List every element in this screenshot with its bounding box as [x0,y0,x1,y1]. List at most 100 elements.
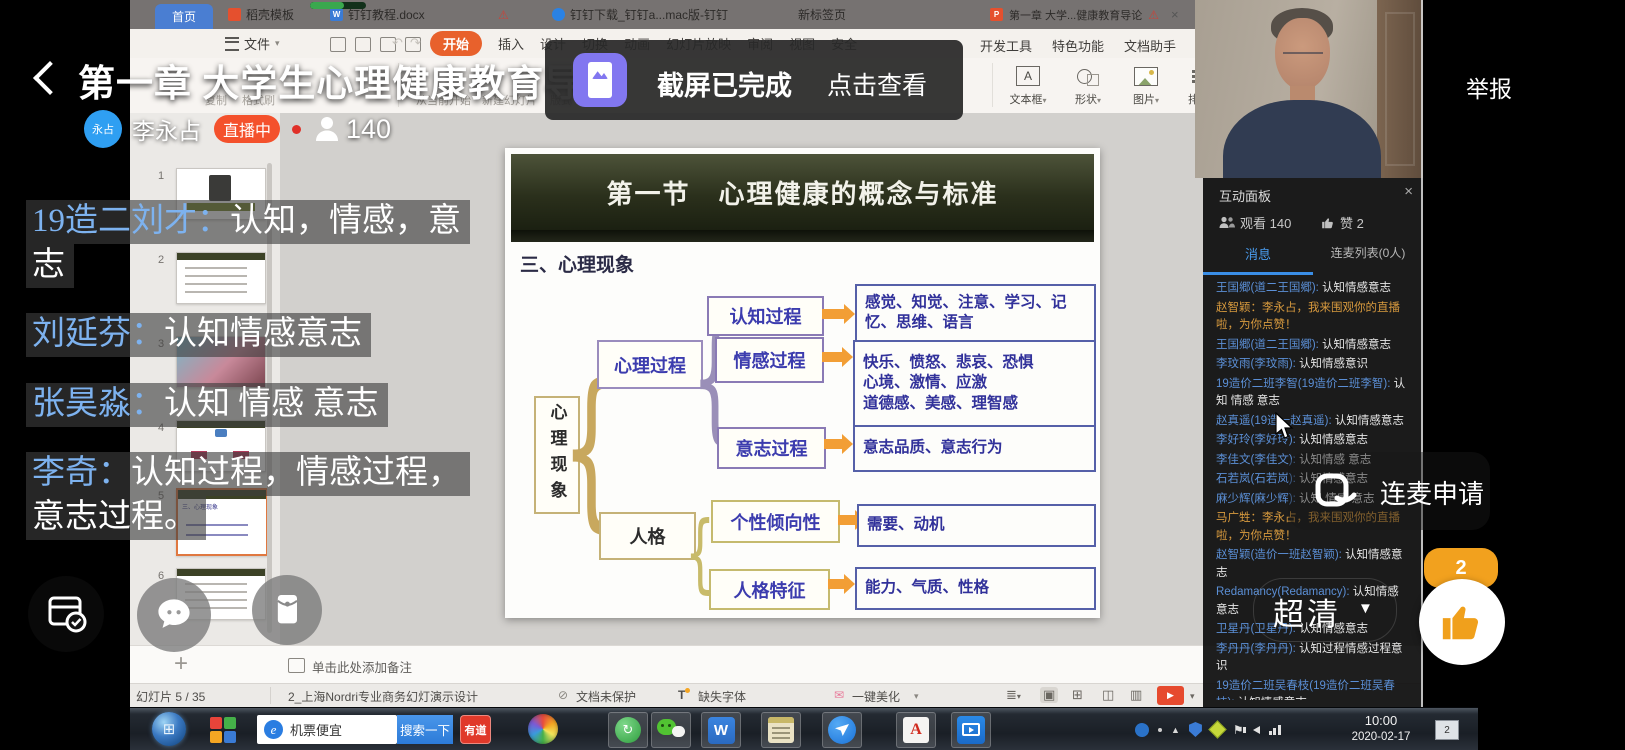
browser-tab-presentation[interactable]: P 第一章 大学...健康教育导论 ⚠ × [990,0,1179,29]
danmaku-text: 李奇：认知过程，情感过程，意志过程。 [26,452,470,540]
security-shield-icon[interactable] [1189,722,1202,737]
add-slide-button[interactable]: + [174,650,188,678]
speedup-ball-app[interactable]: ↻ [608,712,648,748]
wps-app[interactable]: W [701,712,741,748]
file-menu-label: 文件 [244,34,270,53]
box-traits-items: 能力、气质、性格 [855,567,1096,610]
notepad-app[interactable] [761,712,801,748]
volume-icon[interactable] [1253,726,1260,734]
wdoc-icon: W [330,8,343,21]
antivirus-icon[interactable] [1208,720,1226,738]
chevron-down-icon[interactable]: ▾ [1190,691,1195,702]
active-tab-underline [1203,272,1313,275]
mic-link-icon [1312,468,1362,514]
wechat-app[interactable] [651,712,691,748]
quick-access-toolbar[interactable] [330,37,421,52]
picture-tool[interactable]: 图片▾ [1120,63,1172,107]
rice-icon [228,8,241,21]
screenshot-toast[interactable]: 截屏已完成 点击查看 [545,40,963,120]
ribbon-tab-special[interactable]: 特色功能 [1052,36,1104,55]
tray-dot-icon[interactable] [1158,728,1162,732]
mic-request-button[interactable]: 连麦申请 [1288,452,1490,530]
show-desktop-button[interactable]: 2 [1435,720,1459,740]
red-packet-button[interactable] [252,575,322,645]
taskbar-search-input[interactable]: e 机票便宜 [257,715,397,744]
like-button[interactable] [1419,579,1505,665]
dingtalk-app[interactable] [822,712,862,748]
node-cognition: 认知过程 [707,296,824,336]
browser-tab[interactable]: 新标签页 [798,0,846,29]
browser-tab[interactable]: 钉钉下载_钉钉a...mac版-钉钉 [552,0,728,29]
danmaku-text: 张昊淼：认知 情感 意志 [26,383,388,427]
streamer-row: 永占 李永占 直播中 140 [84,108,391,150]
chat-text: 认知情感意志 [1335,415,1404,427]
sorter-view-icon[interactable]: ⊞ [1072,687,1083,703]
beautify-icon: ✉ [834,688,844,702]
box-cognition-items: 感觉、知觉、注意、学习、记忆、思维、语言 [855,284,1096,342]
beautify-button[interactable]: 一键美化 [852,688,900,705]
youdao-icon[interactable]: 有道 [460,715,491,744]
ribbon-tab[interactable]: 插入 [498,34,524,53]
box-emotion-items: 快乐、愤怒、悲哀、恐惧 心境、激情、应激 道德感、美感、理智感 [853,340,1096,427]
notes-placeholder[interactable]: 单击此处添加备注 [312,657,412,676]
quality-label: 超清 [1273,589,1341,634]
streamer-avatar[interactable]: 永占 [84,110,122,148]
adobe-reader-app[interactable]: A [896,712,936,748]
red-packet-icon [267,590,307,630]
chat-button[interactable] [137,578,211,652]
taskbar-clock[interactable]: 10:00 2020-02-17 [1335,713,1427,745]
app-manager-icon[interactable] [210,717,236,743]
tray-app-icon[interactable] [1135,723,1149,737]
slide-section-title: 第一节 心理健康的概念与标准 [606,174,998,211]
chat-message: 李玟雨(李玟雨): 认知情感意识 [1216,356,1410,374]
chat-bubble-icon [152,594,196,636]
chat-message: 赵真遥(19造一赵真遥): 认知情感意志 [1216,413,1410,431]
browser-pinwheel-icon[interactable] [528,714,558,744]
browse-view-icon[interactable]: ▥ [1130,687,1142,703]
undo-icon[interactable]: ↶ [392,35,403,51]
normal-view-icon[interactable]: ▣ [1040,687,1058,703]
close-icon[interactable]: × [1171,7,1179,22]
ribbon-tab-doc-assistant[interactable]: 文档助手 [1124,36,1176,55]
search-button[interactable]: 搜索一下 [397,715,453,744]
dingtalk-icon [828,716,856,744]
save-icon[interactable] [330,37,346,52]
export-icon[interactable] [355,37,371,52]
tab-messages[interactable]: 消息 [1203,244,1313,263]
reading-view-icon[interactable]: ◫ [1102,687,1114,703]
thumb-up-icon [1321,216,1335,230]
report-button[interactable]: 举报 [1466,70,1512,104]
tab-mic-list[interactable]: 连麦列表(0人) [1313,244,1423,261]
network-signal-icon[interactable] [1269,725,1281,735]
start-button[interactable]: ⊞ [152,712,186,746]
video-player-app[interactable] [951,712,991,748]
danmaku-message: 张昊淼：认知 情感 意志 [26,383,468,427]
protect-icon: ⊘ [558,688,568,702]
chat-name: 李佳文(李佳文): [1216,454,1299,466]
notes-view-icon[interactable]: ≣▾ [1006,687,1021,703]
viewer-person-icon [315,116,339,142]
redo-icon[interactable]: ↷ [410,35,421,51]
quality-selector[interactable]: 超清 ▼ [1253,578,1397,642]
slideshow-play-button[interactable]: ▶ [1157,686,1184,705]
danmaku-message: 19造二刘才：认知，情感，意志 [26,200,468,287]
stream-title: 第一章 大学生心理健康教育导论 [78,53,620,107]
chat-message: 王国郷(道二王国郷): 认知情感意志 [1216,280,1410,298]
adobe-icon: A [903,717,929,743]
sign-in-button[interactable] [28,576,104,652]
browser-tab[interactable]: 稻壳模板 [228,0,294,29]
clock-time: 10:00 [1335,713,1427,729]
shapes-tool[interactable]: 形状▾ [1062,63,1114,107]
danmaku-text: 19造二刘才：认知，情感，意志 [26,200,470,288]
toast-action[interactable]: 点击查看 [827,66,927,102]
live-dot [292,125,301,134]
document-protect-status[interactable]: 文档未保护 [576,688,636,705]
browser-tab[interactable]: 首页 [155,4,213,29]
close-icon[interactable]: × [1404,183,1413,200]
speedup-icon: ↻ [615,717,641,743]
show-hidden-icons[interactable]: ▲ [1171,725,1180,735]
chat-message: 李好玲(李好玲): 认知情感意志 [1216,432,1410,450]
ribbon-tab-devtools[interactable]: 开发工具 [980,36,1032,55]
textbox-tool[interactable]: A 文本框▾ [1002,63,1054,107]
missing-font-status[interactable]: 缺失字体 [698,688,746,705]
